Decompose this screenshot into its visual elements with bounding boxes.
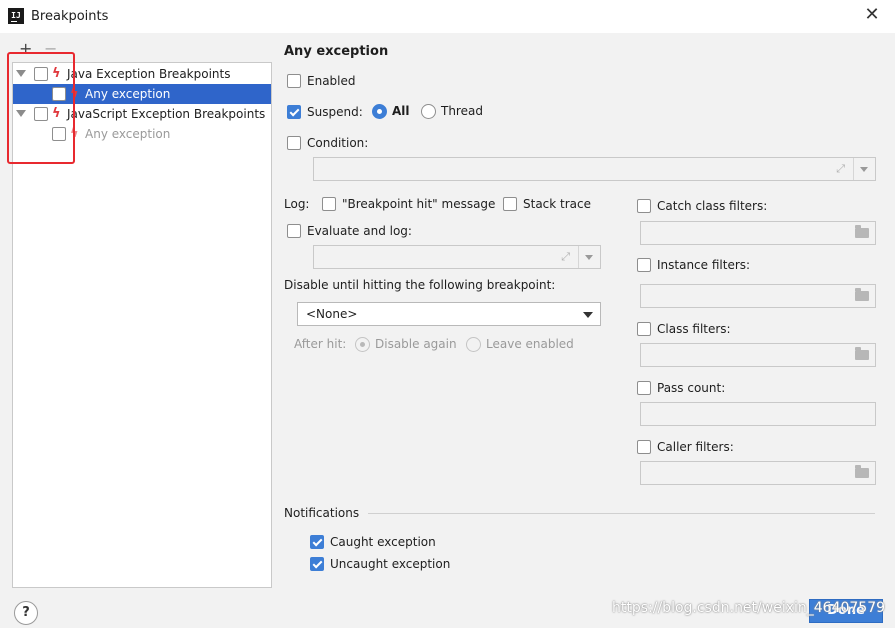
- pass-count-label: Pass count:: [657, 381, 726, 395]
- tree-group-label: Java Exception Breakpoints: [67, 67, 231, 81]
- instance-filters-label: Instance filters:: [657, 258, 751, 272]
- suspend-checkbox[interactable]: [287, 105, 301, 119]
- condition-history-dropdown[interactable]: [853, 158, 875, 180]
- uncaught-exception-label: Uncaught exception: [330, 557, 451, 571]
- class-filters-field[interactable]: [640, 343, 876, 367]
- pass-count-field[interactable]: [640, 402, 876, 426]
- catch-class-filters-field[interactable]: [640, 221, 876, 245]
- folder-icon[interactable]: [855, 288, 869, 301]
- evaluate-and-log-checkbox[interactable]: [287, 224, 301, 238]
- caller-filters-checkbox[interactable]: [637, 440, 651, 454]
- tree-group-label: JavaScript Exception Breakpoints: [67, 107, 266, 121]
- disable-until-value: <None>: [306, 307, 358, 321]
- condition-input[interactable]: ⤢: [313, 157, 876, 181]
- folder-icon[interactable]: [855, 225, 869, 238]
- condition-checkbox[interactable]: [287, 136, 301, 150]
- condition-label: Condition:: [307, 136, 369, 150]
- caught-exception-label: Caught exception: [330, 535, 436, 549]
- instance-filters-field[interactable]: [640, 284, 876, 308]
- enabled-label: Enabled: [307, 74, 356, 88]
- evaluate-and-log-input[interactable]: ⤢: [313, 245, 601, 269]
- caller-filters-field[interactable]: [640, 461, 876, 485]
- evaluate-and-log-label: Evaluate and log:: [307, 224, 412, 238]
- pass-count-checkbox[interactable]: [637, 381, 651, 395]
- leave-enabled-label: Leave enabled: [486, 337, 574, 351]
- expand-editor-icon[interactable]: ⤢: [836, 162, 845, 176]
- highlight-annotation-box: [7, 52, 75, 164]
- tree-item-label: Any exception: [85, 127, 171, 141]
- class-filters-checkbox[interactable]: [637, 322, 651, 336]
- suspend-label: Suspend:: [307, 105, 363, 119]
- catch-class-filters-checkbox[interactable]: [637, 199, 651, 213]
- disable-again-label: Disable again: [375, 337, 457, 351]
- instance-filters-checkbox[interactable]: [637, 258, 651, 272]
- notifications-title: Notifications: [284, 506, 360, 520]
- log-message-checkbox[interactable]: [322, 197, 336, 211]
- stack-trace-label: Stack trace: [523, 197, 592, 211]
- disable-again-radio[interactable]: [355, 337, 370, 352]
- log-message-label: "Breakpoint hit" message: [342, 197, 496, 211]
- enabled-checkbox[interactable]: [287, 74, 301, 88]
- stack-trace-checkbox[interactable]: [503, 197, 517, 211]
- intellij-app-icon: IJ: [8, 8, 24, 24]
- tree-item-label: Any exception: [85, 87, 171, 101]
- watermark-text: https://blog.csdn.net/weixin_46407579: [612, 600, 886, 616]
- folder-icon[interactable]: [855, 465, 869, 478]
- notifications-separator: [368, 513, 875, 514]
- suspend-all-label: All: [392, 104, 410, 118]
- folder-icon[interactable]: [855, 347, 869, 360]
- disable-until-select[interactable]: <None>: [297, 302, 601, 326]
- details-title: Any exception: [284, 44, 389, 59]
- after-hit-label: After hit:: [294, 337, 347, 351]
- caught-exception-checkbox[interactable]: [310, 535, 324, 549]
- window-title: Breakpoints: [31, 9, 109, 24]
- disable-until-label: Disable until hitting the following brea…: [284, 278, 556, 292]
- suspend-thread-label: Thread: [441, 104, 483, 118]
- expand-editor-icon[interactable]: ⤢: [561, 250, 570, 264]
- suspend-all-radio[interactable]: [372, 104, 387, 119]
- close-window-button[interactable]: ✕: [862, 5, 882, 25]
- uncaught-exception-checkbox[interactable]: [310, 557, 324, 571]
- catch-class-filters-label: Catch class filters:: [657, 199, 768, 213]
- chevron-down-icon: [583, 312, 593, 318]
- help-button[interactable]: ?: [14, 601, 38, 625]
- caller-filters-label: Caller filters:: [657, 440, 734, 454]
- suspend-thread-radio[interactable]: [421, 104, 436, 119]
- title-bar: [0, 0, 895, 33]
- leave-enabled-radio[interactable]: [466, 337, 481, 352]
- evaluate-history-dropdown[interactable]: [578, 246, 600, 268]
- class-filters-label: Class filters:: [657, 322, 731, 336]
- log-label: Log:: [284, 197, 310, 211]
